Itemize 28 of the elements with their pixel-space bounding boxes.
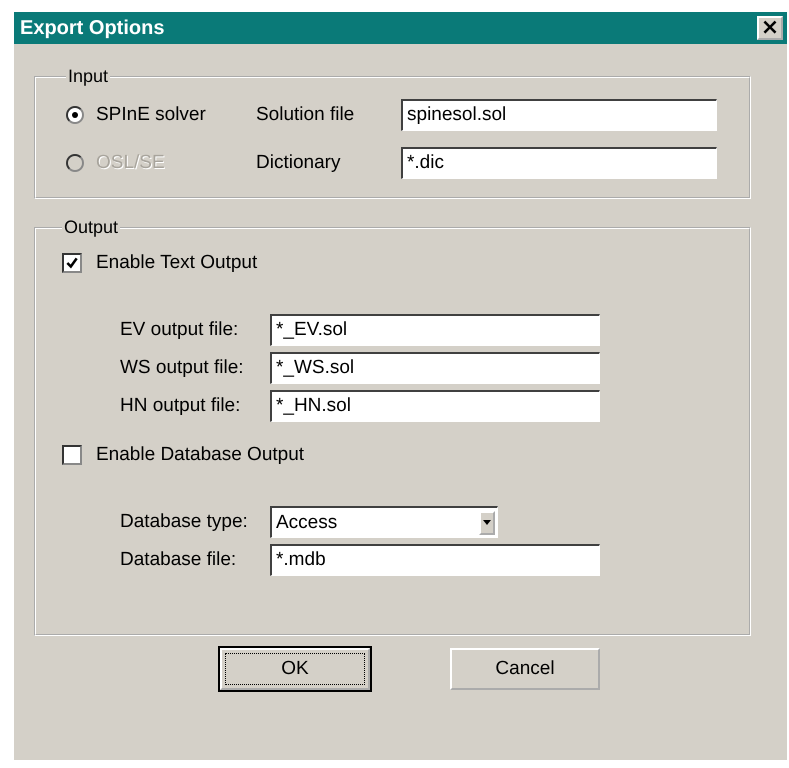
checkbox[interactable]: [62, 445, 82, 465]
caret-icon: [479, 510, 495, 534]
checkbox-label: Enable Database Output: [96, 444, 304, 466]
field-label: Solution file: [256, 104, 356, 126]
text-field[interactable]: *.dic: [401, 147, 717, 179]
cancel-button[interactable]: Cancel: [450, 648, 600, 690]
radio-button[interactable]: [66, 106, 84, 124]
group-label: Output: [63, 217, 120, 238]
text-field[interactable]: *_WS.sol: [270, 352, 600, 384]
field-label: EV output file:: [120, 319, 240, 341]
dropdown[interactable]: Access: [270, 506, 498, 538]
field-label: Database file:: [120, 549, 238, 571]
field-label: WS output file:: [120, 357, 245, 379]
field-label: HN output file:: [120, 395, 242, 417]
checkbox-label: Enable Text Output: [96, 252, 258, 274]
text-field[interactable]: spinesol.sol: [401, 99, 717, 131]
checkbox[interactable]: [62, 253, 82, 273]
text-field[interactable]: *_EV.sol: [270, 314, 600, 346]
group-label: Input: [67, 66, 110, 87]
field-label: Dictionary: [256, 152, 342, 174]
text-field[interactable]: *.mdb: [270, 544, 600, 576]
field-label: Database type:: [120, 511, 249, 533]
window-title: Export Options: [20, 16, 164, 40]
radio-label: SPInE solver: [96, 104, 206, 126]
ok-button[interactable]: OK: [220, 648, 370, 690]
text-field[interactable]: *_HN.sol: [270, 390, 600, 422]
close-button[interactable]: ×: [757, 16, 783, 40]
check-icon: [65, 256, 79, 270]
